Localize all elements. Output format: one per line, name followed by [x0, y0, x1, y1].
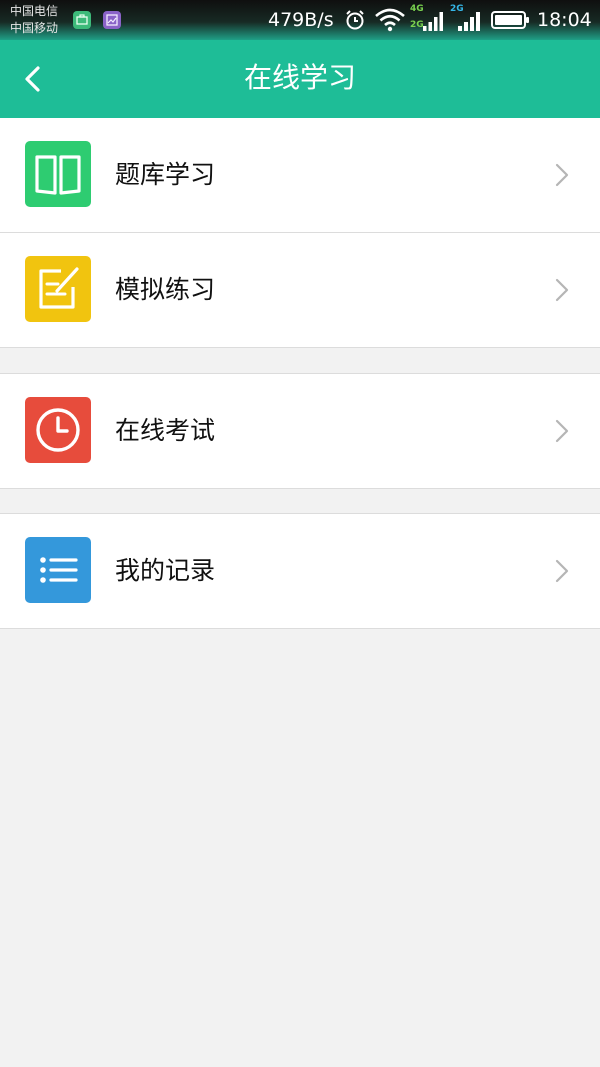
- menu-item-mock-practice[interactable]: 模拟练习: [0, 232, 600, 347]
- wifi-icon: [375, 8, 405, 32]
- network-speed: 479B/s: [268, 9, 334, 31]
- chevron-right-icon: [555, 163, 569, 187]
- sim2-signal-icon: [458, 12, 480, 31]
- menu-group-exam: 在线考试: [0, 373, 600, 489]
- page-title: 在线学习: [243, 61, 356, 94]
- app-bar: 在线学习: [0, 40, 600, 118]
- list-icon: [25, 537, 91, 603]
- chevron-right-icon: [555, 559, 569, 583]
- chevron-right-icon: [555, 278, 569, 302]
- menu-group-study: 题库学习 模拟练习: [0, 118, 600, 348]
- sim1-signal-icon: [423, 12, 443, 31]
- chevron-right-icon: [555, 419, 569, 443]
- alarm-icon: [346, 10, 364, 30]
- status-clock: 18:04: [537, 9, 592, 31]
- carrier-2-label: 中国移动: [10, 21, 59, 35]
- book-icon: [25, 141, 91, 207]
- menu-group-records: 我的记录: [0, 513, 600, 629]
- battery-icon: [491, 11, 529, 29]
- clock-icon: [25, 397, 91, 463]
- image-notification-icon: [103, 11, 121, 29]
- menu-item-label: 题库学习: [115, 160, 216, 189]
- chevron-left-icon: [25, 66, 40, 92]
- menu-item-question-bank[interactable]: 题库学习: [0, 118, 600, 232]
- status-bar: 中国电信 中国移动 479B/s 4G 2G 2G 18:04: [0, 0, 600, 40]
- carrier-1-label: 中国电信: [10, 4, 59, 18]
- menu-item-label: 我的记录: [115, 556, 216, 585]
- menu-item-online-exam[interactable]: 在线考试: [0, 374, 600, 488]
- menu-item-label: 模拟练习: [115, 275, 216, 304]
- back-button[interactable]: [16, 62, 50, 96]
- menu-item-my-records[interactable]: 我的记录: [0, 514, 600, 628]
- menu-item-label: 在线考试: [115, 416, 216, 445]
- briefcase-notification-icon: [73, 11, 91, 29]
- edit-note-icon: [25, 256, 91, 322]
